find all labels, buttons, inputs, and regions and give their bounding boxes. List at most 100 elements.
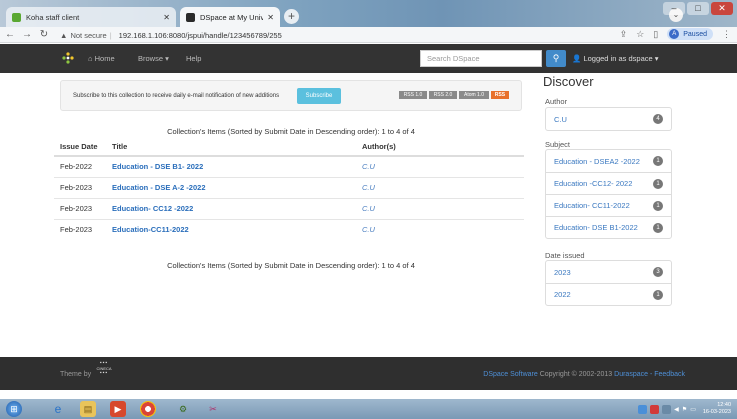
profile-button[interactable]: A Paused (667, 28, 713, 40)
item-title-link[interactable]: Education- CC12 -2022 (106, 197, 356, 219)
facet-item-label: 2022 (554, 290, 571, 299)
rss2-feed-link[interactable]: RSS 2.0 (429, 91, 457, 99)
maximize-icon[interactable]: □ (687, 2, 709, 15)
url-field[interactable]: ▲ Not secure | 192.168.1.106:8080/jspui/… (60, 28, 640, 42)
facet-item[interactable]: 2022 1 (546, 283, 671, 305)
koha-favicon-icon (12, 12, 21, 22)
facet-item[interactable]: Education -CC12- 2022 1 (546, 172, 671, 194)
tray-app-icon[interactable] (638, 404, 648, 414)
clock-date: 16-03-2023 (702, 409, 731, 415)
clock[interactable]: 12:40 16-03-2023 (703, 402, 731, 416)
tab-dspace[interactable]: DSpace at My University: QUEST ✕ (180, 7, 280, 27)
sidebar-icon[interactable]: ▯ (653, 29, 658, 40)
item-author-link[interactable]: C.U (356, 218, 524, 240)
feedback-link[interactable]: Feedback (654, 371, 685, 378)
item-title-link[interactable]: Education-CC11-2022 (106, 218, 356, 240)
nav-home-label: Home (94, 54, 115, 63)
facet-author-heading: Author (545, 97, 568, 106)
back-icon[interactable]: ← (3, 29, 17, 40)
flag-icon[interactable]: ⚑ (682, 406, 687, 413)
menu-kebab-icon[interactable]: ⋮ (722, 29, 731, 40)
nav-help[interactable]: Help (186, 54, 201, 63)
items-table: Issue Date Title Author(s) Feb-2022 Educ… (54, 138, 524, 240)
address-bar: ← → ↻ ▲ Not secure | 192.168.1.106:8080/… (0, 27, 737, 43)
file-explorer-icon[interactable]: ▤ (80, 401, 96, 417)
atom-feed-link[interactable]: Atom 1.0 (459, 91, 489, 99)
count-badge: 1 (653, 222, 663, 233)
windows-taskbar: ⊞ e ▤ ▶ ⚙ ✂ ◀ ⚑ ▭ 12:40 16-03-2023 (0, 399, 737, 419)
reload-icon[interactable]: ↻ (37, 29, 51, 40)
page-footer: Theme by ▪▪▪ CINECA ▪▪▪ DSpace Software … (0, 357, 737, 390)
facet-item[interactable]: Education - DSEA2 -2022 1 (546, 150, 671, 172)
facet-author-list: C.U 4 (545, 107, 672, 131)
item-title-link[interactable]: Education - DSE A-2 -2022 (106, 176, 356, 198)
subscribe-text: Subscribe to this collection to receive … (73, 93, 280, 99)
bookmark-star-icon[interactable]: ☆ (636, 29, 644, 40)
cell-date: Feb-2023 (54, 197, 106, 219)
facet-subject-heading: Subject (545, 140, 571, 149)
window-close-icon[interactable]: ✕ (711, 2, 733, 15)
header-issue-date[interactable]: Issue Date (54, 138, 106, 157)
display-icon[interactable]: ▭ (690, 406, 696, 413)
nav-home[interactable]: ⌂ Home (88, 54, 115, 63)
dspace-software-link[interactable]: DSpace Software (483, 371, 537, 378)
caret-down-icon: ▾ (165, 54, 169, 63)
item-author-link[interactable]: C.U (356, 176, 524, 198)
cineca-logo-icon[interactable]: ▪▪▪ CINECA ▪▪▪ (92, 361, 116, 385)
home-icon: ⌂ (88, 54, 93, 63)
tray-network-icon[interactable] (662, 404, 672, 414)
tab-close-icon[interactable]: ✕ (267, 13, 274, 22)
avatar: A (669, 29, 680, 39)
forward-icon[interactable]: → (20, 29, 34, 40)
item-author-link[interactable]: C.U (356, 197, 524, 219)
footer-separator: - (649, 371, 653, 378)
search-icon: ⚲ (552, 53, 560, 63)
dspace-logo-icon[interactable] (62, 52, 74, 64)
facet-item[interactable]: Education- DSE B1-2022 1 (546, 216, 671, 238)
window-controls: – □ ✕ (663, 2, 733, 15)
internet-explorer-icon[interactable]: e (50, 401, 66, 417)
facet-item-label: C.U (554, 114, 567, 124)
header-title[interactable]: Title (106, 138, 356, 157)
new-tab-button[interactable]: + (284, 9, 299, 24)
user-menu[interactable]: 👤 Logged in as dspace ▾ (572, 54, 659, 63)
count-badge: 1 (653, 156, 663, 166)
count-badge: 1 (653, 178, 663, 189)
facet-item-label: Education -CC12- 2022 (554, 179, 633, 188)
address-bar-actions: ⇪ ☆ ▯ A Paused ⋮ (620, 28, 731, 40)
duraspace-link[interactable]: Duraspace (614, 371, 648, 378)
media-player-icon[interactable]: ▶ (110, 401, 126, 417)
start-button-icon[interactable]: ⊞ (6, 401, 22, 417)
tab-close-icon[interactable]: ✕ (163, 13, 170, 22)
snipping-tool-icon[interactable]: ✂ (205, 401, 221, 417)
item-author-link[interactable]: C.U (356, 155, 524, 177)
chrome-icon[interactable] (140, 401, 156, 417)
facet-date-list: 2023 3 2022 1 (545, 260, 672, 306)
search-button[interactable]: ⚲ (546, 50, 566, 67)
facet-item-label: 2023 (554, 267, 571, 277)
minimize-icon[interactable]: – (663, 2, 685, 15)
sort-info-top: Collection's Items (Sorted by Submit Dat… (167, 127, 415, 136)
share-icon[interactable]: ⇪ (620, 29, 628, 40)
tab-koha[interactable]: Koha staff client ✕ (6, 7, 176, 27)
table-row: Feb-2023 Education - DSE A-2 -2022 C.U (54, 176, 524, 198)
count-badge: 3 (653, 267, 663, 277)
subscribe-button[interactable]: Subscribe (297, 88, 341, 104)
header-authors[interactable]: Author(s) (356, 138, 524, 157)
nav-browse[interactable]: Browse ▾ (138, 54, 169, 63)
network-share-icon[interactable]: ⚙ (175, 401, 191, 417)
user-menu-label: Logged in as dspace (583, 54, 653, 63)
facet-item[interactable]: Education- CC11-2022 1 (546, 194, 671, 216)
count-badge: 4 (653, 114, 663, 124)
volume-icon[interactable]: ◀ (674, 406, 679, 413)
table-header-row: Issue Date Title Author(s) (54, 138, 524, 157)
item-title-link[interactable]: Education - DSE B1- 2022 (106, 155, 356, 177)
search-input[interactable]: Search DSpace (420, 50, 542, 67)
facet-item[interactable]: 2023 3 (546, 261, 671, 283)
cell-date: Feb-2023 (54, 176, 106, 198)
profile-status: Paused (683, 30, 707, 38)
facet-item[interactable]: C.U 4 (546, 108, 671, 130)
tray-antivirus-icon[interactable] (650, 404, 660, 414)
rss1-feed-link[interactable]: RSS 1.0 (399, 91, 427, 99)
rss-icon[interactable]: RSS (491, 91, 509, 99)
